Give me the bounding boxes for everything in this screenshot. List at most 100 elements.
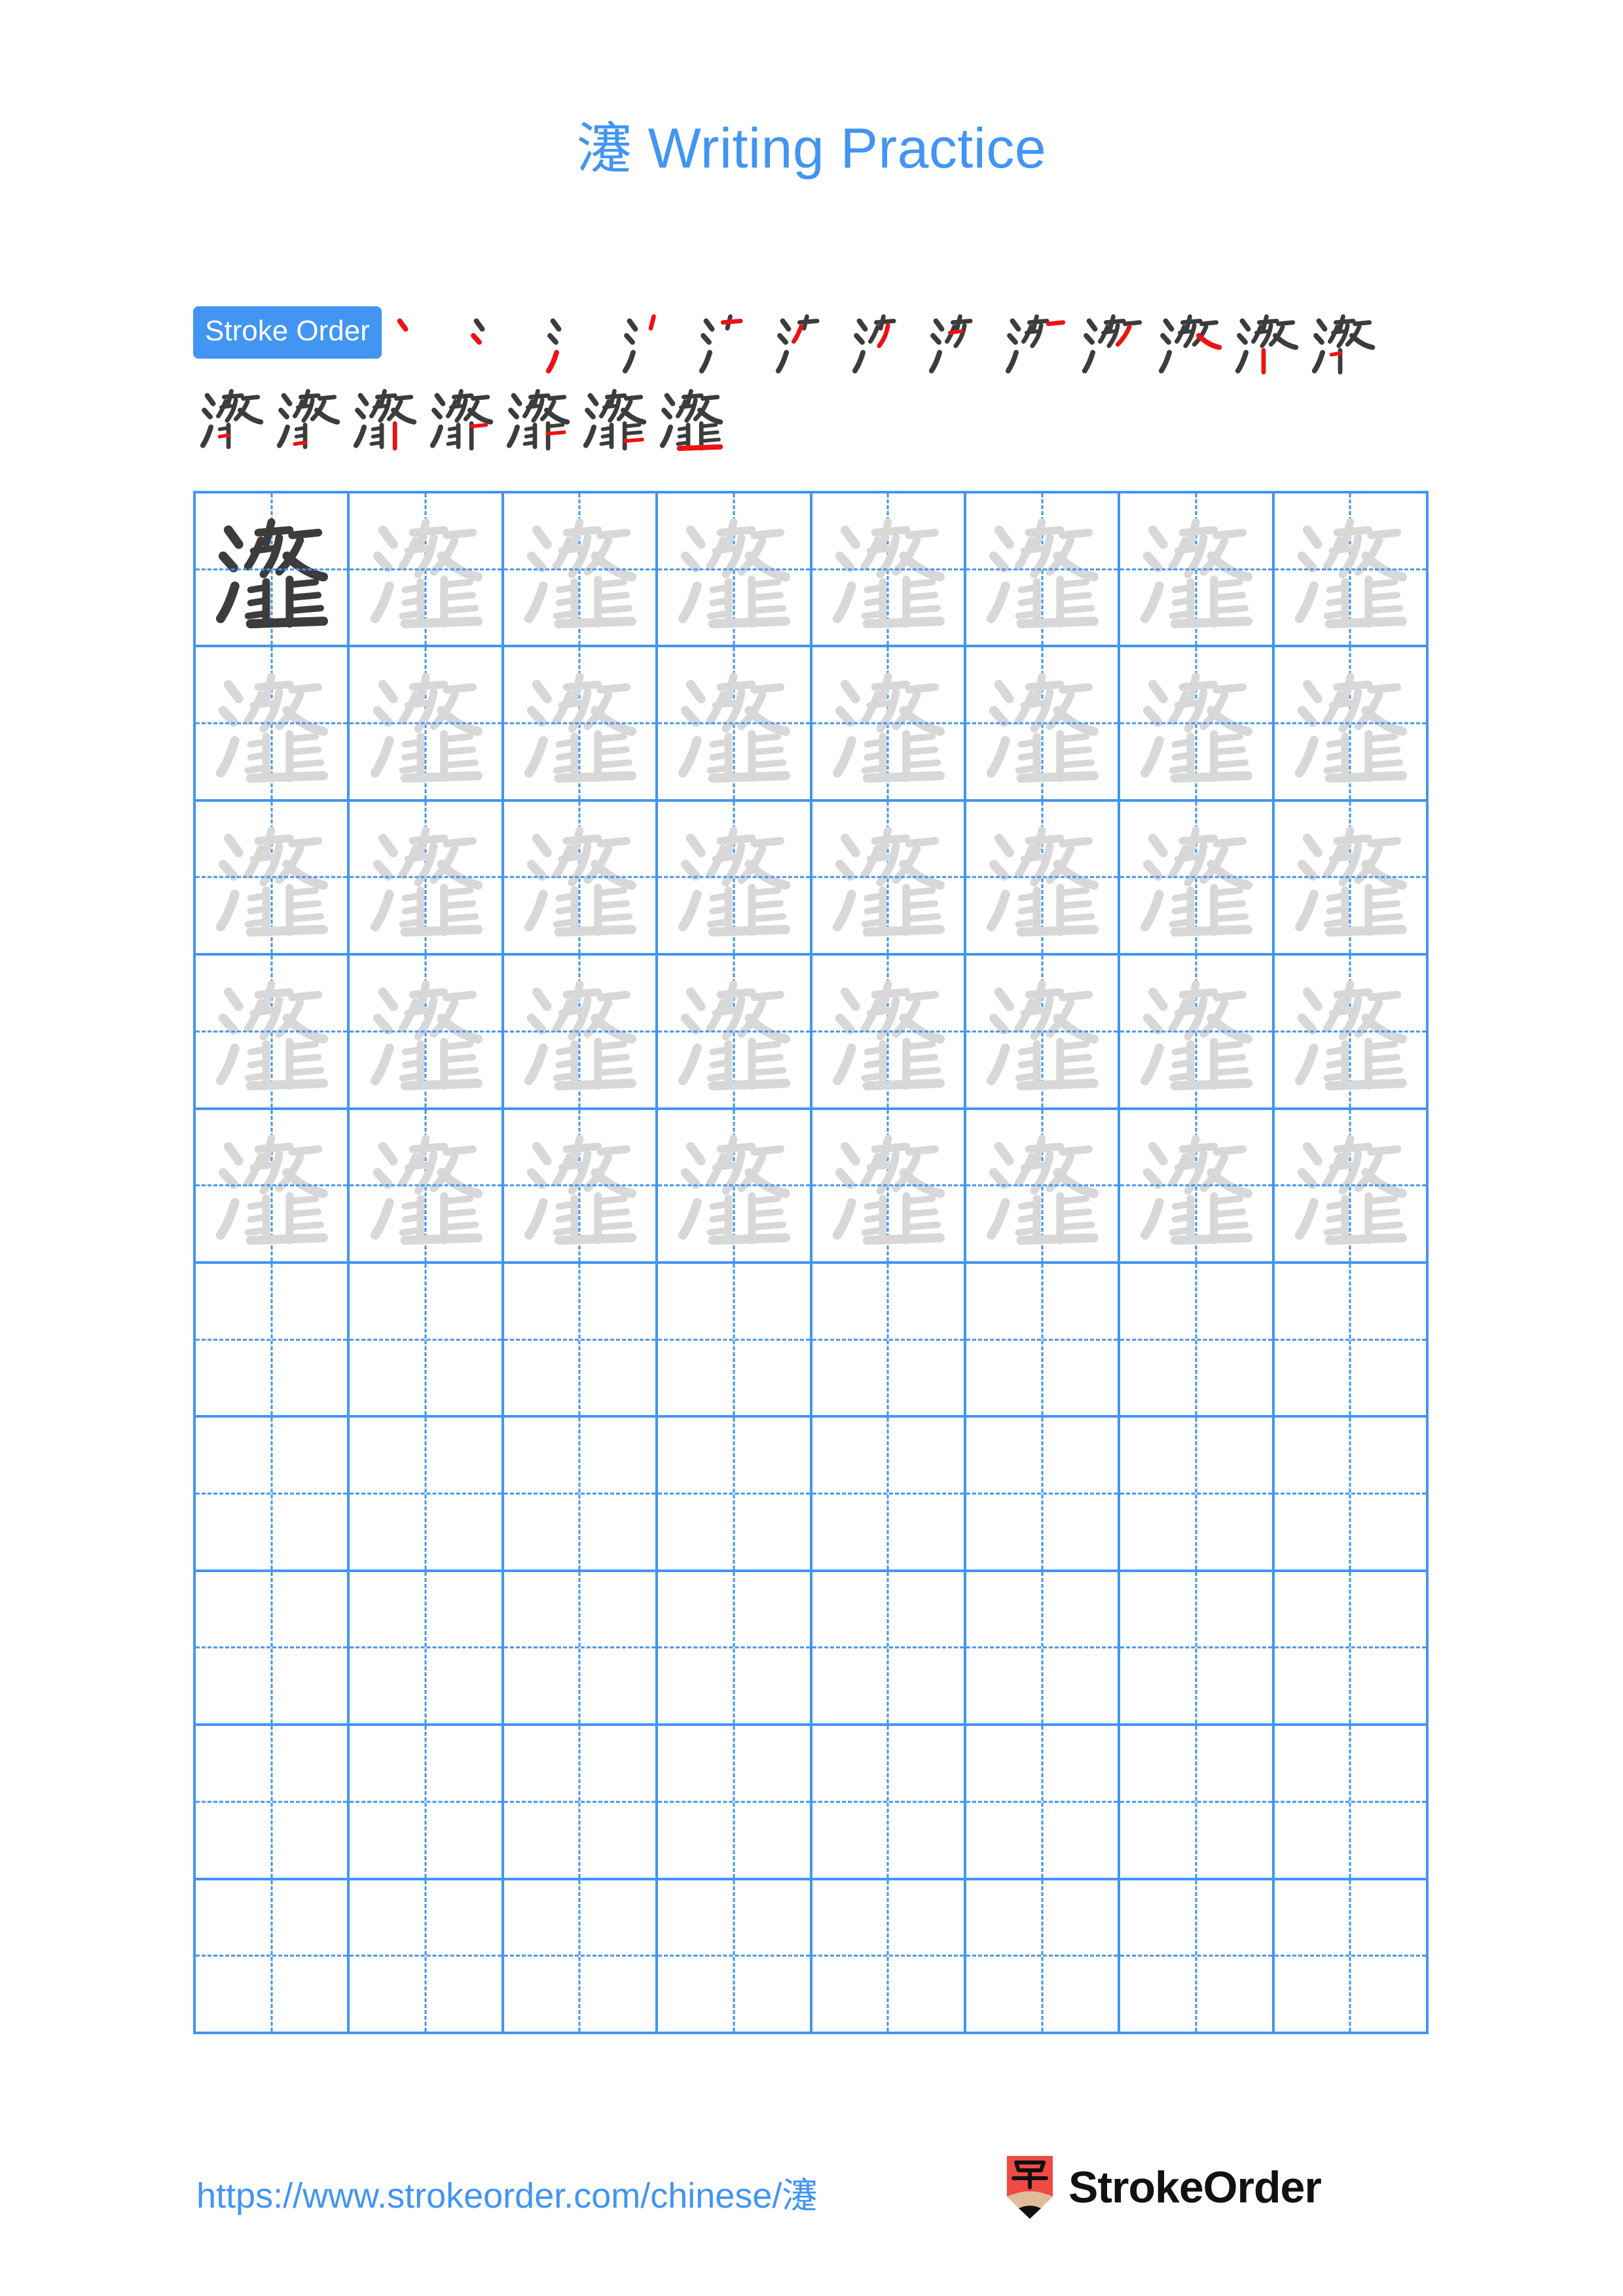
guide-character-glyph — [966, 647, 1118, 798]
practice-cell[interactable] — [503, 493, 659, 648]
practice-cell[interactable] — [350, 1263, 504, 1418]
practice-cell[interactable] — [350, 1726, 504, 1880]
practice-cell[interactable] — [1274, 1418, 1429, 1572]
practice-cell[interactable] — [966, 1418, 1121, 1572]
practice-cell[interactable] — [1120, 1880, 1275, 2034]
practice-cell[interactable] — [503, 1263, 659, 1418]
practice-cell[interactable] — [503, 1418, 659, 1572]
practice-cell[interactable] — [1274, 1571, 1429, 1727]
practice-cell[interactable] — [196, 1726, 350, 1880]
practice-cell[interactable] — [503, 1571, 659, 1727]
practice-cell[interactable] — [966, 1263, 1121, 1418]
practice-cell[interactable] — [812, 956, 966, 1110]
practice-cell[interactable] — [503, 801, 659, 956]
practice-cell[interactable] — [1274, 1880, 1429, 2034]
practice-cell[interactable] — [1120, 801, 1275, 956]
practice-cell[interactable] — [1120, 1109, 1275, 1264]
practice-cell[interactable] — [1120, 956, 1275, 1110]
practice-cell[interactable] — [196, 956, 350, 1110]
practice-cell[interactable] — [966, 1880, 1121, 2034]
practice-cell[interactable] — [812, 1109, 966, 1264]
stroke-step-1 — [386, 306, 462, 380]
practice-cell[interactable] — [658, 1571, 812, 1727]
practice-cell[interactable] — [658, 956, 812, 1110]
practice-cell[interactable] — [196, 493, 350, 648]
practice-cell[interactable] — [350, 801, 504, 956]
practice-cell[interactable] — [196, 647, 350, 802]
practice-cell[interactable] — [966, 1109, 1121, 1264]
practice-cell[interactable] — [966, 493, 1121, 648]
guide-character-glyph — [350, 956, 501, 1107]
guide-character-glyph — [196, 1110, 347, 1261]
guide-character-glyph — [196, 802, 347, 953]
guide-character-glyph — [1275, 956, 1426, 1107]
practice-cell[interactable] — [812, 1571, 966, 1727]
practice-cell[interactable] — [658, 1109, 812, 1264]
guide-character-glyph — [812, 1110, 964, 1261]
practice-cell[interactable] — [1274, 956, 1429, 1110]
practice-cell[interactable] — [812, 1726, 966, 1880]
practice-cell[interactable] — [966, 1726, 1121, 1880]
practice-cell[interactable] — [196, 1263, 350, 1418]
practice-cell[interactable] — [350, 647, 504, 802]
practice-cell[interactable] — [966, 801, 1121, 956]
practice-cell[interactable] — [812, 493, 966, 648]
practice-cell[interactable] — [1120, 493, 1275, 648]
practice-cell[interactable] — [196, 1571, 350, 1727]
guide-character-glyph — [1120, 1110, 1271, 1261]
practice-cell[interactable] — [1274, 801, 1429, 956]
guide-character-glyph — [1275, 493, 1426, 645]
guide-character-glyph — [1275, 1110, 1426, 1261]
guide-character-glyph — [1275, 802, 1426, 953]
practice-cell[interactable] — [350, 956, 504, 1110]
practice-cell[interactable] — [196, 1880, 350, 2034]
practice-cell[interactable] — [1120, 1263, 1275, 1418]
brand-logo[interactable]: StrokeOrder — [1004, 2156, 1322, 2219]
practice-cell[interactable] — [503, 1880, 659, 2034]
practice-cell[interactable] — [658, 801, 812, 956]
guide-character-glyph — [1120, 956, 1271, 1107]
practice-cell[interactable] — [503, 1726, 659, 1880]
guide-character-glyph — [812, 956, 964, 1107]
stroke-step-3 — [539, 306, 615, 380]
practice-cell[interactable] — [812, 801, 966, 956]
practice-cell[interactable] — [658, 647, 812, 802]
practice-cell[interactable] — [1274, 1726, 1429, 1880]
practice-cell[interactable] — [812, 1263, 966, 1418]
practice-cell[interactable] — [658, 1418, 812, 1572]
practice-cell[interactable] — [658, 1880, 812, 2034]
practice-cell[interactable] — [196, 1109, 350, 1264]
practice-cell[interactable] — [503, 956, 659, 1110]
practice-cell[interactable] — [966, 956, 1121, 1110]
practice-cell[interactable] — [503, 1109, 659, 1264]
practice-cell[interactable] — [1120, 1571, 1275, 1727]
stroke-step-4 — [615, 306, 692, 380]
practice-cell[interactable] — [196, 1418, 350, 1572]
practice-cell[interactable] — [350, 1109, 504, 1264]
practice-cell[interactable] — [658, 493, 812, 648]
stroke-order-section: Stroke Order — [193, 306, 1437, 454]
practice-cell[interactable] — [503, 647, 659, 802]
guide-character-glyph — [658, 493, 809, 645]
practice-cell[interactable] — [350, 493, 504, 648]
practice-cell[interactable] — [1274, 1263, 1429, 1418]
practice-cell[interactable] — [658, 1726, 812, 1880]
practice-cell[interactable] — [1274, 647, 1429, 802]
guide-character-glyph — [658, 647, 809, 798]
practice-cell[interactable] — [1274, 493, 1429, 648]
practice-cell[interactable] — [350, 1571, 504, 1727]
practice-cell[interactable] — [1120, 1726, 1275, 1880]
practice-cell[interactable] — [966, 1571, 1121, 1727]
practice-cell[interactable] — [350, 1880, 504, 2034]
practice-cell[interactable] — [812, 647, 966, 802]
practice-cell[interactable] — [1120, 1418, 1275, 1572]
practice-cell[interactable] — [812, 1880, 966, 2034]
source-url-link[interactable]: https://www.strokeorder.com/chinese/瀽 — [196, 2166, 817, 2218]
practice-cell[interactable] — [812, 1418, 966, 1572]
practice-cell[interactable] — [196, 801, 350, 956]
practice-cell[interactable] — [658, 1263, 812, 1418]
practice-cell[interactable] — [1274, 1109, 1429, 1264]
practice-cell[interactable] — [1120, 647, 1275, 802]
practice-cell[interactable] — [966, 647, 1121, 802]
practice-cell[interactable] — [350, 1418, 504, 1572]
